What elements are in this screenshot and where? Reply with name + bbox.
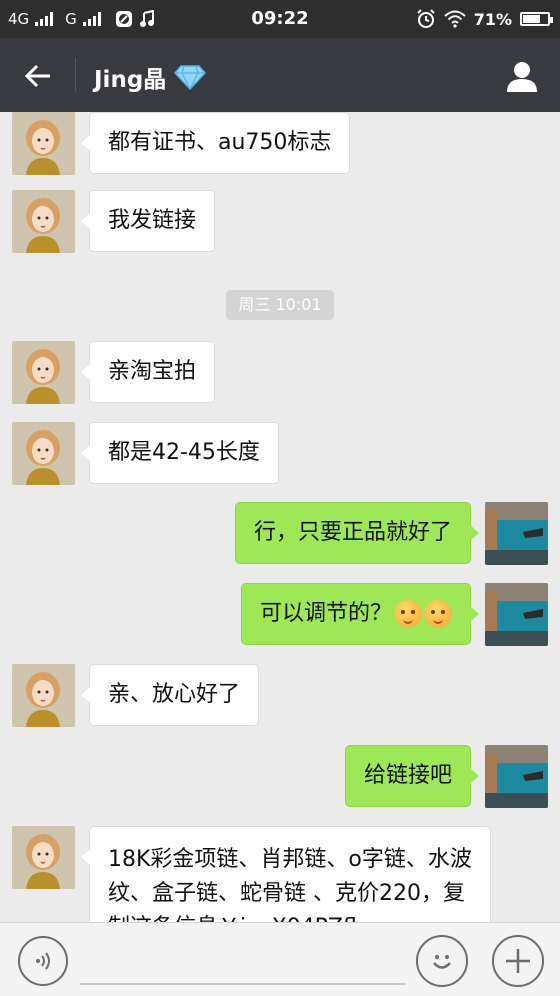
plus-icon <box>506 949 530 973</box>
message-bubble-incoming[interactable]: 都是42-45长度 <box>81 422 279 484</box>
my-avatar[interactable] <box>485 502 548 565</box>
more-options-button[interactable] <box>492 935 544 987</box>
battery-icon <box>520 12 553 26</box>
message-text: 可以调节的？ <box>259 601 392 626</box>
contact-avatar[interactable] <box>12 826 75 889</box>
status-right: 71% <box>416 0 553 38</box>
person-icon <box>507 62 537 92</box>
smiley-icon <box>433 955 451 969</box>
contact-avatar[interactable] <box>12 190 75 253</box>
message-bubble-outgoing[interactable]: 可以调节的？ <box>240 583 480 645</box>
emoji-button[interactable] <box>416 935 468 987</box>
alarm-icon <box>416 9 435 28</box>
message-input[interactable] <box>80 937 405 985</box>
wifi-icon <box>444 10 466 28</box>
message-bubble-incoming[interactable]: 亲淘宝拍 <box>80 341 216 403</box>
chat-title-text: Jing晶 <box>94 67 167 93</box>
status-bar: 4G G 09:22 71% <box>0 0 560 38</box>
contact-avatar[interactable] <box>12 341 75 404</box>
message-bubble-outgoing[interactable]: 给链接吧 <box>344 745 480 807</box>
contact-avatar[interactable] <box>12 422 75 485</box>
title-divider <box>75 58 76 92</box>
message-bubble-incoming[interactable]: 我发链接 <box>80 190 216 252</box>
voice-icon <box>36 952 50 970</box>
chat-title: Jing晶 <box>94 60 207 94</box>
back-button[interactable] <box>18 56 58 96</box>
chat-profile-button[interactable] <box>502 56 542 96</box>
message-list[interactable]: 都有证书、au750标志 我发链接 周三 10:01 亲淘宝拍 都是42-45长… <box>0 112 560 922</box>
contact-avatar[interactable] <box>12 112 75 175</box>
message-bubble-incoming[interactable]: 亲、放心好了 <box>80 664 260 726</box>
diamond-icon <box>174 65 207 90</box>
input-bar <box>0 922 560 996</box>
message-bubble-incoming[interactable]: 都有证书、au750标志 <box>80 112 351 174</box>
back-arrow-icon <box>24 64 50 88</box>
hug-emoji-icon <box>424 600 452 628</box>
timestamp-label: 周三 10:01 <box>226 290 334 320</box>
my-avatar[interactable] <box>485 583 548 646</box>
battery-percent: 71% <box>473 9 512 29</box>
message-bubble-incoming[interactable]: 18K彩金项链、肖邦链、o字链、水波纹、盒子链、蛇骨链 、克价220，复制这条信… <box>81 826 491 922</box>
chat-header: Jing晶 <box>0 38 560 112</box>
contact-avatar[interactable] <box>12 664 75 727</box>
hug-emoji-icon <box>394 600 422 628</box>
voice-button[interactable] <box>18 936 68 986</box>
message-bubble-outgoing[interactable]: 行，只要正品就好了 <box>234 502 480 564</box>
my-avatar[interactable] <box>485 745 548 808</box>
battery-fill <box>523 15 540 23</box>
